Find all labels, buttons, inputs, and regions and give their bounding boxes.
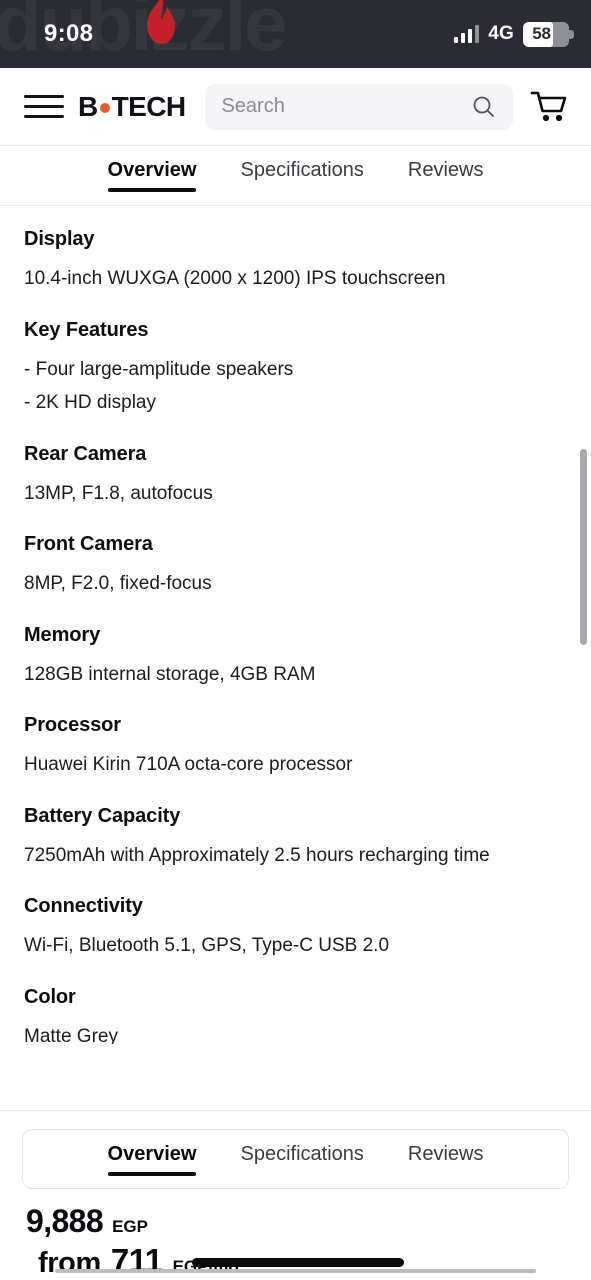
product-tabs: Overview Specifications Reviews [0,146,591,206]
spec-section-processor: Processor Huawei Kirin 710A octa-core pr… [24,714,567,779]
horizontal-scrollbar-track[interactable] [55,1269,536,1273]
app-screen: dubizzle 9:08 4G 58 B TECH Search Overvi… [0,0,591,1280]
spec-section-key-features: Key Features - Four large-amplitude spea… [24,319,567,417]
battery-percent-label: 58 [532,24,551,43]
spec-value: Wi-Fi, Bluetooth 5.1, GPS, Type-C USB 2.… [24,935,390,957]
spec-title: Battery Capacity [24,804,181,827]
spec-section-memory: Memory 128GB internal storage, 4GB RAM [24,624,567,689]
btech-logo[interactable]: B TECH [78,90,186,123]
spec-section-battery-capacity: Battery Capacity 7250mAh with Approximat… [24,805,567,870]
dubizzle-watermark: dubizzle [0,0,288,67]
status-time: 9:08 [44,20,94,47]
price-currency: EGP [112,1217,148,1236]
spec-value: 128GB internal storage, 4GB RAM [24,663,316,685]
spec-value: 7250mAh with Approximately 2.5 hours rec… [24,844,490,866]
search-icon[interactable] [471,94,497,120]
bottom-product-tabs: Overview Specifications Reviews [22,1129,569,1189]
hamburger-menu-icon[interactable] [24,92,64,122]
spec-title: Front Camera [24,533,153,556]
bottom-tab-overview[interactable]: Overview [107,1143,196,1176]
search-placeholder: Search [221,95,285,117]
bottom-sticky-bar: Overview Specifications Reviews 9,888 EG… [0,1110,591,1280]
spec-section-color: Color Matte Grey [24,986,567,1044]
logo-dot-icon [99,103,110,113]
shopping-cart-icon [530,91,567,121]
network-type-label: 4G [488,23,514,44]
spec-value: Huawei Kirin 710A octa-core processor [24,754,353,776]
spec-title: Key Features [24,318,149,341]
spec-title: Rear Camera [24,442,147,465]
spec-title: Processor [24,714,121,737]
spec-section-rear-camera: Rear Camera 13MP, F1.8, autofocus [24,443,567,508]
cart-button[interactable] [527,90,571,124]
spec-value: 10.4-inch WUXGA (2000 x 1200) IPS touchs… [24,268,446,289]
spec-value: Matte Grey [24,1025,118,1044]
price-amount: 9,888 [26,1203,104,1239]
spec-value: - Four large-amplitude speakers [24,358,294,380]
spec-value: 13MP, F1.8, autofocus [24,482,213,504]
spec-title: Display [24,228,95,250]
logo-prefix: B [78,90,98,122]
search-input[interactable]: Search [205,83,513,130]
bottom-tab-reviews[interactable]: Reviews [408,1143,484,1176]
price-row: 9,888 EGP [22,1189,569,1240]
horizontal-scrollbar-thumb[interactable] [192,1258,404,1267]
spec-title: Color [24,985,76,1008]
tab-overview[interactable]: Overview [107,159,196,192]
battery-icon: 58 [523,21,574,47]
spec-section-display: Display 10.4-inch WUXGA (2000 x 1200) IP… [24,228,567,293]
flame-icon [147,0,175,44]
spec-section-connectivity: Connectivity Wi-Fi, Bluetooth 5.1, GPS, … [24,895,567,960]
tab-reviews[interactable]: Reviews [408,159,484,192]
tab-specifications[interactable]: Specifications [240,159,363,192]
home-indicator-area [0,1248,591,1280]
spec-section-front-camera: Front Camera 8MP, F2.0, fixed-focus [24,533,567,598]
spec-value: - 2K HD display [24,392,156,414]
specs-content: Display 10.4-inch WUXGA (2000 x 1200) IP… [0,206,591,1044]
status-indicators: 4G 58 [453,21,574,47]
spec-value: 8MP, F2.0, fixed-focus [24,573,212,595]
signal-bars-icon [453,24,480,43]
spec-title: Memory [24,623,101,646]
spec-title: Connectivity [24,895,143,918]
app-header: B TECH Search [0,68,591,146]
logo-suffix: TECH [111,90,186,122]
bottom-tab-specifications[interactable]: Specifications [240,1143,363,1176]
vertical-scrollbar-thumb[interactable] [580,449,587,645]
status-bar: dubizzle 9:08 4G 58 [0,0,591,68]
